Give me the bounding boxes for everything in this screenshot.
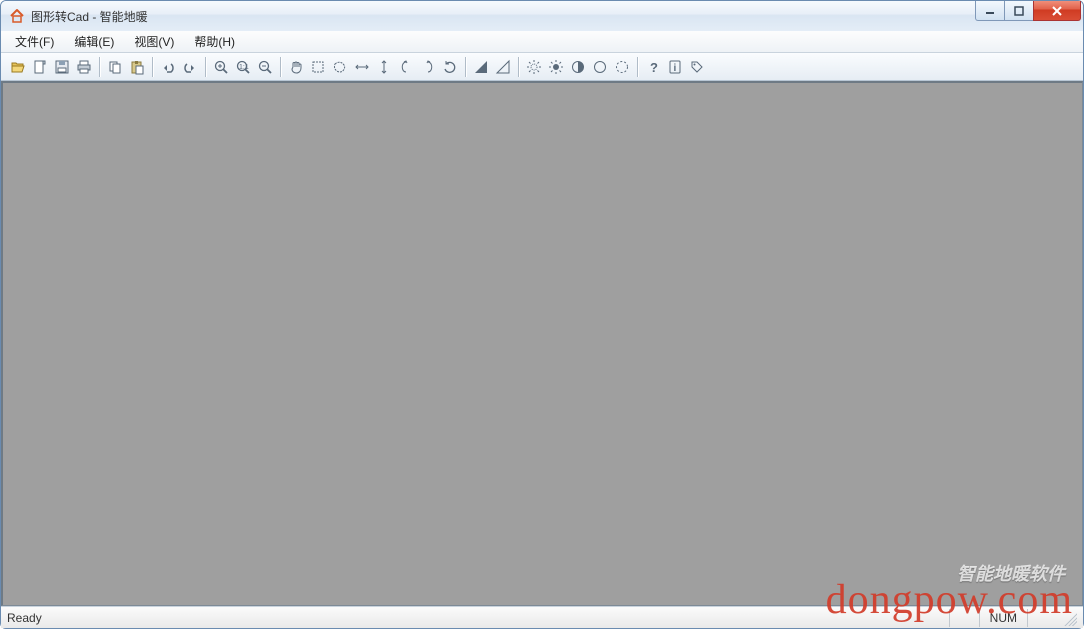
window-controls [976, 1, 1081, 31]
circle-icon [592, 59, 608, 75]
close-icon [1051, 5, 1063, 17]
zoom-fit-button[interactable]: 1:1 [232, 56, 254, 78]
arrow-vertical-icon [376, 59, 392, 75]
menu-help[interactable]: 帮助(H) [184, 31, 245, 52]
shade-dark-icon [473, 59, 489, 75]
sun-button[interactable] [545, 56, 567, 78]
resize-grip-icon[interactable] [1061, 610, 1077, 626]
circle-dashed-icon [614, 59, 630, 75]
app-icon [9, 8, 25, 24]
toolbar-separator [152, 57, 153, 77]
brightness-button[interactable] [523, 56, 545, 78]
arrow-left-button[interactable] [395, 56, 417, 78]
zoom-in-button[interactable] [210, 56, 232, 78]
toolbar-separator [465, 57, 466, 77]
window-title: 图形转Cad - 智能地暖 [31, 8, 976, 25]
toolbar-separator [280, 57, 281, 77]
pan-icon [288, 59, 304, 75]
canvas-area[interactable] [1, 81, 1083, 606]
new-icon [32, 59, 48, 75]
undo-icon [160, 59, 176, 75]
brightness-icon [526, 59, 542, 75]
help-button[interactable]: ? [642, 56, 664, 78]
copy-icon [107, 59, 123, 75]
select-window-icon [310, 59, 326, 75]
open-button[interactable] [7, 56, 29, 78]
print-button[interactable] [73, 56, 95, 78]
zoom-out-icon [257, 59, 273, 75]
tag-button[interactable] [686, 56, 708, 78]
toolbar: 1:1 [1, 53, 1083, 81]
paste-button[interactable] [126, 56, 148, 78]
status-bar: Ready NUM [1, 606, 1083, 628]
sun-icon [548, 59, 564, 75]
arrow-horizontal-icon [354, 59, 370, 75]
circle-button[interactable] [589, 56, 611, 78]
save-button[interactable] [51, 56, 73, 78]
svg-text:1:1: 1:1 [239, 64, 249, 71]
rotate-icon [442, 59, 458, 75]
circle-dashed-button[interactable] [611, 56, 633, 78]
copy-button[interactable] [104, 56, 126, 78]
select-free-button[interactable] [329, 56, 351, 78]
redo-button[interactable] [179, 56, 201, 78]
contrast-button[interactable] [567, 56, 589, 78]
print-icon [76, 59, 92, 75]
arrow-left-icon [398, 59, 414, 75]
svg-text:i: i [674, 63, 677, 74]
undo-button[interactable] [157, 56, 179, 78]
minimize-button[interactable] [975, 1, 1005, 21]
maximize-icon [1014, 6, 1024, 16]
save-icon [54, 59, 70, 75]
zoom-out-button[interactable] [254, 56, 276, 78]
info-button[interactable]: i [664, 56, 686, 78]
status-ins [949, 609, 979, 627]
status-text: Ready [7, 611, 949, 625]
zoom-fit-icon: 1:1 [235, 59, 251, 75]
maximize-button[interactable] [1004, 1, 1034, 21]
toolbar-separator [99, 57, 100, 77]
select-free-icon [332, 59, 348, 75]
menu-file[interactable]: 文件(F) [5, 31, 64, 52]
svg-text:?: ? [650, 60, 658, 75]
arrow-right-button[interactable] [417, 56, 439, 78]
new-button[interactable] [29, 56, 51, 78]
app-window: 图形转Cad - 智能地暖 文件(F) 编辑(E) 视图(V) 帮助(H) [0, 0, 1084, 629]
shade-light-button[interactable] [492, 56, 514, 78]
help-icon: ? [645, 59, 661, 75]
arrow-vertical-button[interactable] [373, 56, 395, 78]
menu-view[interactable]: 视图(V) [124, 31, 184, 52]
status-extra [1027, 609, 1057, 627]
contrast-icon [570, 59, 586, 75]
minimize-icon [985, 6, 995, 16]
shade-light-icon [495, 59, 511, 75]
select-window-button[interactable] [307, 56, 329, 78]
toolbar-separator [518, 57, 519, 77]
status-cells: NUM [949, 609, 1077, 627]
menu-edit[interactable]: 编辑(E) [64, 31, 124, 52]
rotate-button[interactable] [439, 56, 461, 78]
open-icon [10, 59, 26, 75]
zoom-in-icon [213, 59, 229, 75]
title-bar: 图形转Cad - 智能地暖 [1, 1, 1083, 31]
menu-bar: 文件(F) 编辑(E) 视图(V) 帮助(H) [1, 31, 1083, 53]
tag-icon [689, 59, 705, 75]
close-button[interactable] [1033, 1, 1081, 21]
paste-icon [129, 59, 145, 75]
info-icon: i [667, 59, 683, 75]
arrow-horizontal-button[interactable] [351, 56, 373, 78]
status-num: NUM [979, 609, 1027, 627]
toolbar-separator [637, 57, 638, 77]
toolbar-separator [205, 57, 206, 77]
redo-icon [182, 59, 198, 75]
pan-button[interactable] [285, 56, 307, 78]
shade-dark-button[interactable] [470, 56, 492, 78]
arrow-right-icon [420, 59, 436, 75]
